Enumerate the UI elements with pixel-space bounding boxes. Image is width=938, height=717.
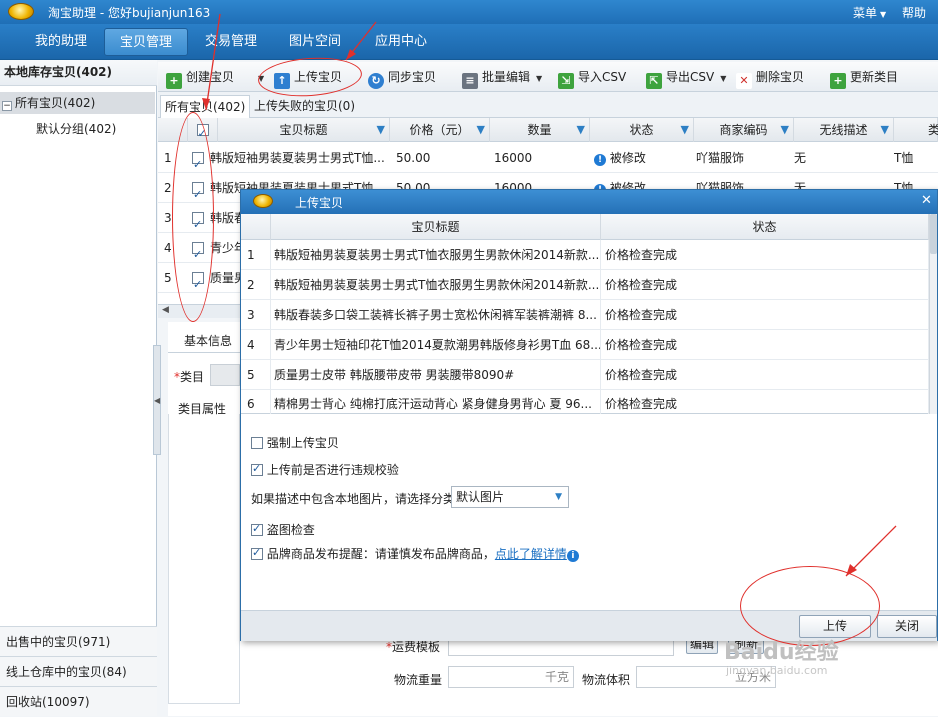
annotation-arrow-line bbox=[205, 13, 221, 111]
annotation-arrows bbox=[202, 13, 897, 577]
annotation-arrowhead bbox=[346, 49, 356, 60]
baidu-watermark-url: jingyan.baidu.com bbox=[726, 664, 828, 677]
annotation-arrowhead bbox=[202, 98, 210, 110]
baidu-watermark: Baidu经验 bbox=[724, 640, 839, 665]
